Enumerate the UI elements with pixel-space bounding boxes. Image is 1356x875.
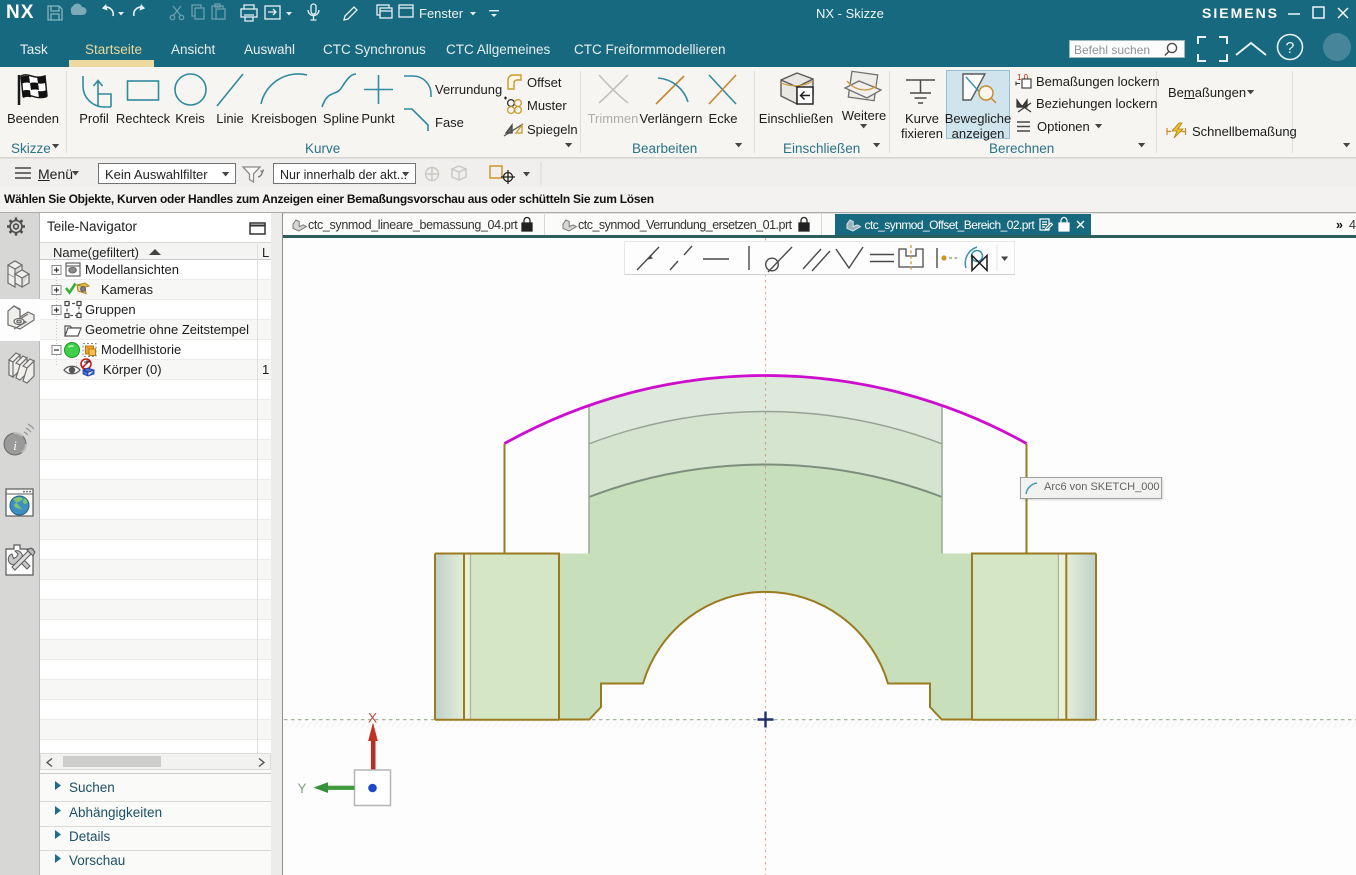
svg-text:i: i	[13, 438, 17, 453]
svg-text:?: ?	[1286, 40, 1295, 57]
svg-text:Y: Y	[297, 781, 306, 796]
svg-text:X: X	[368, 711, 377, 726]
